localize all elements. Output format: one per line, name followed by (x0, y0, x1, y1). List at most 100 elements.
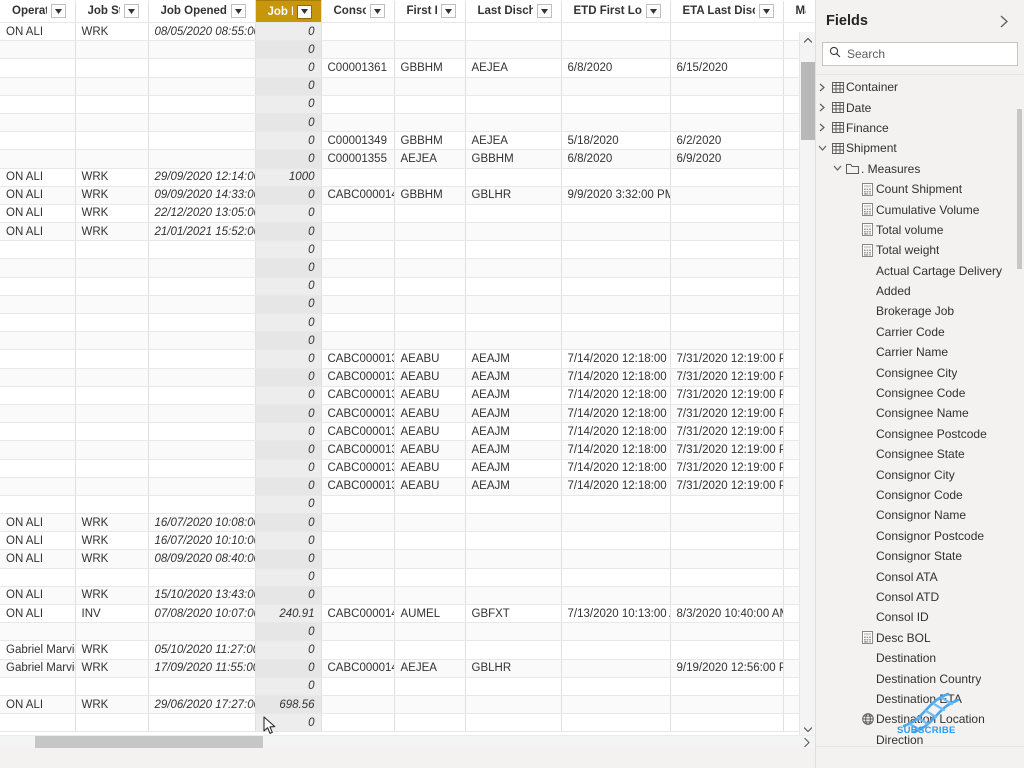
field-item-count-shipment[interactable]: Count Shipment (816, 179, 1024, 199)
field-item-consol-ata[interactable]: Consol ATA (816, 566, 1024, 586)
table-row[interactable]: 0 (0, 77, 815, 96)
table-row[interactable]: ON ALI INV 07/08/2020 10:07:00 240.91 CABC00… (0, 604, 815, 624)
table-row[interactable]: 0CABC00001389AEABUAEAJM7/14/2020 12:18:0… (0, 386, 815, 405)
table-row[interactable]: 0 (0, 331, 815, 351)
field-item-actual-cartage-delivery[interactable]: Actual Cartage Delivery (816, 261, 1024, 281)
column-header-job-status[interactable]: Job Status (75, 0, 149, 23)
column-filter-dropdown-icon[interactable] (645, 4, 661, 19)
table-row[interactable]: 0CABC00001390AEABUAEAJM7/14/2020 12:18:0… (0, 404, 815, 424)
table-row[interactable]: ON ALI WRK 08/09/2020 08:40:00 0 (0, 549, 815, 569)
table-row[interactable]: ON ALI WRK 16/07/2020 10:10:00 0 (0, 531, 815, 551)
field-item-carrier-code[interactable]: Carrier Code (816, 322, 1024, 342)
vertical-scrollbar-thumb[interactable] (801, 62, 815, 140)
table-row[interactable]: 0 (0, 113, 815, 133)
chevron-right-icon[interactable] (816, 83, 829, 92)
field-item-desc-bol[interactable]: Desc BOL (816, 628, 1024, 648)
field-item-consignee-state[interactable]: Consignee State (816, 444, 1024, 464)
table-row[interactable]: 0 (0, 622, 815, 642)
table-row[interactable]: ON ALI WRK 21/01/2021 15:52:00 0 (0, 222, 815, 242)
field-item-consignor-postcode[interactable]: Consignor Postcode (816, 526, 1024, 546)
table-row[interactable]: ON ALIWRK09/09/2020 14:33:000CABC0000142… (0, 186, 815, 205)
fields-scrollbar-thumb[interactable] (1017, 109, 1022, 269)
field-item-added[interactable]: Added (816, 281, 1024, 301)
table-vertical-scrollbar[interactable] (799, 32, 815, 737)
table-row[interactable]: 0CABC00001393AEABUAEAJM7/14/2020 12:18:0… (0, 440, 815, 460)
table-row[interactable]: 0 (0, 677, 815, 696)
table-row[interactable]: 0 C00001349 GBBHM AEJEA 5/18/2020 6/2/2020 (0, 131, 815, 151)
table-row[interactable]: 0 (0, 295, 815, 315)
table-row[interactable]: 0 (0, 313, 815, 333)
field-item-destination-eta[interactable]: Destination ETA (816, 689, 1024, 709)
table-row[interactable]: 0CABC00001388AEABUAEAJM7/14/2020 12:18:0… (0, 368, 815, 387)
field-item-brokerage-job[interactable]: Brokerage Job (816, 301, 1024, 321)
column-filter-dropdown-icon[interactable] (758, 4, 774, 19)
field-item-total-weight[interactable]: Total weight (816, 240, 1024, 260)
field-item-destination[interactable]: Destination (816, 648, 1024, 668)
column-filter-dropdown-icon[interactable] (536, 4, 552, 19)
field-item-consignor-state[interactable]: Consignor State (816, 546, 1024, 566)
field-item-destination-country[interactable]: Destination Country (816, 668, 1024, 688)
table-row[interactable]: 0CABC00001387AEABUAEAJM7/14/2020 12:18:0… (0, 349, 815, 369)
field-item-finance[interactable]: Finance (816, 118, 1024, 138)
table-horizontal-scrollbar[interactable] (0, 735, 815, 749)
table-row[interactable]: 0 (0, 258, 815, 278)
field-item-cumulative-volume[interactable]: Cumulative Volume (816, 199, 1024, 219)
column-header-job-opened[interactable]: Job Opened (148, 0, 256, 23)
field-item-consignor-code[interactable]: Consignor Code (816, 485, 1024, 505)
table-row[interactable]: 0 (0, 277, 815, 296)
table-row[interactable]: Gabriel MarvidaWRK17/09/2020 11:55:000CA… (0, 659, 815, 678)
field-item-consignee-code[interactable]: Consignee Code (816, 383, 1024, 403)
table-row[interactable]: 0 C00001361 GBBHM AEJEA 6/8/2020 6/15/2020 (0, 58, 815, 78)
field-item-container[interactable]: Container (816, 77, 1024, 97)
field-item-date[interactable]: Date (816, 97, 1024, 117)
field-item-consol-atd[interactable]: Consol ATD (816, 587, 1024, 607)
table-row[interactable]: 0 (0, 568, 815, 587)
field-item-measures[interactable]: . Measures (816, 159, 1024, 179)
field-item-consignee-city[interactable]: Consignee City (816, 362, 1024, 382)
table-row[interactable]: Gabriel MarvidaWRK05/10/2020 11:27:000 (0, 640, 815, 660)
table-grid-scroll-area[interactable]: Operator Job Status Job Opened Job Profit Co… (0, 0, 815, 737)
column-filter-dropdown-icon[interactable] (440, 4, 456, 19)
table-row[interactable]: ON ALI WRK 29/06/2020 17:27:00 698.56 (0, 695, 815, 715)
chevron-right-icon[interactable] (816, 103, 829, 112)
chevron-right-icon[interactable] (816, 123, 829, 132)
table-row[interactable]: 0CABC00001396AEABUAEAJM7/14/2020 12:18:0… (0, 477, 815, 496)
field-item-consignor-name[interactable]: Consignor Name (816, 505, 1024, 525)
chevron-right-icon[interactable] (996, 13, 1012, 29)
field-item-consol-id[interactable]: Consol ID (816, 607, 1024, 627)
scroll-up-arrow-icon[interactable] (800, 32, 815, 48)
field-item-destination-location[interactable]: Destination Location (816, 709, 1024, 729)
table-row[interactable]: 0 (0, 495, 815, 515)
column-header-operator[interactable]: Operator (0, 0, 76, 23)
table-row[interactable]: 0CABC00001394AEABUAEAJM7/14/2020 12:18:0… (0, 459, 815, 478)
column-header-ma[interactable]: Ma: (783, 0, 815, 23)
column-header-eta-last-discharge[interactable]: ETA Last Discharge (670, 0, 784, 23)
column-filter-dropdown-icon[interactable] (50, 4, 66, 19)
column-filter-dropdown-icon[interactable] (369, 4, 385, 19)
table-row[interactable]: ON ALI WRK 22/12/2020 13:05:00 0 (0, 204, 815, 224)
field-item-consignor-city[interactable]: Consignor City (816, 464, 1024, 484)
table-row[interactable]: 0 (0, 713, 815, 733)
fields-tree-list[interactable]: Container Date Finance Shipment . Measures Co… (816, 74, 1024, 768)
field-item-consignee-postcode[interactable]: Consignee Postcode (816, 424, 1024, 444)
table-row[interactable]: 0 (0, 40, 815, 60)
column-filter-dropdown-icon[interactable] (123, 4, 139, 19)
table-row[interactable]: ON ALI WRK 29/09/2020 12:14:00 1000 (0, 168, 815, 187)
field-item-consignee-name[interactable]: Consignee Name (816, 403, 1024, 423)
fields-search-input[interactable] (847, 47, 1011, 61)
column-filter-dropdown-icon[interactable] (296, 4, 312, 19)
table-row[interactable]: 0 C00001355 AEJEA GBBHM 6/8/2020 6/9/2020 (0, 149, 815, 169)
field-item-carrier-name[interactable]: Carrier Name (816, 342, 1024, 362)
chevron-down-icon[interactable] (816, 145, 829, 152)
chevron-down-icon[interactable] (831, 165, 844, 172)
column-header-job-profit[interactable]: Job Profit (254, 0, 322, 23)
field-item-total-volume[interactable]: Total volume (816, 220, 1024, 240)
table-row[interactable]: 0 (0, 240, 815, 260)
field-item-shipment[interactable]: Shipment (816, 138, 1024, 158)
table-row[interactable]: ON ALI WRK 16/07/2020 10:08:00 0 (0, 513, 815, 533)
fields-search-box[interactable] (822, 42, 1018, 66)
table-row[interactable]: ON ALI WRK 15/10/2020 13:43:00 0 (0, 586, 815, 606)
column-header-consol-id[interactable]: Consol ID (321, 0, 395, 23)
column-header-etd-first-load[interactable]: ETD First Load (561, 0, 671, 23)
column-header-last-discharge[interactable]: Last Discharge (465, 0, 562, 23)
